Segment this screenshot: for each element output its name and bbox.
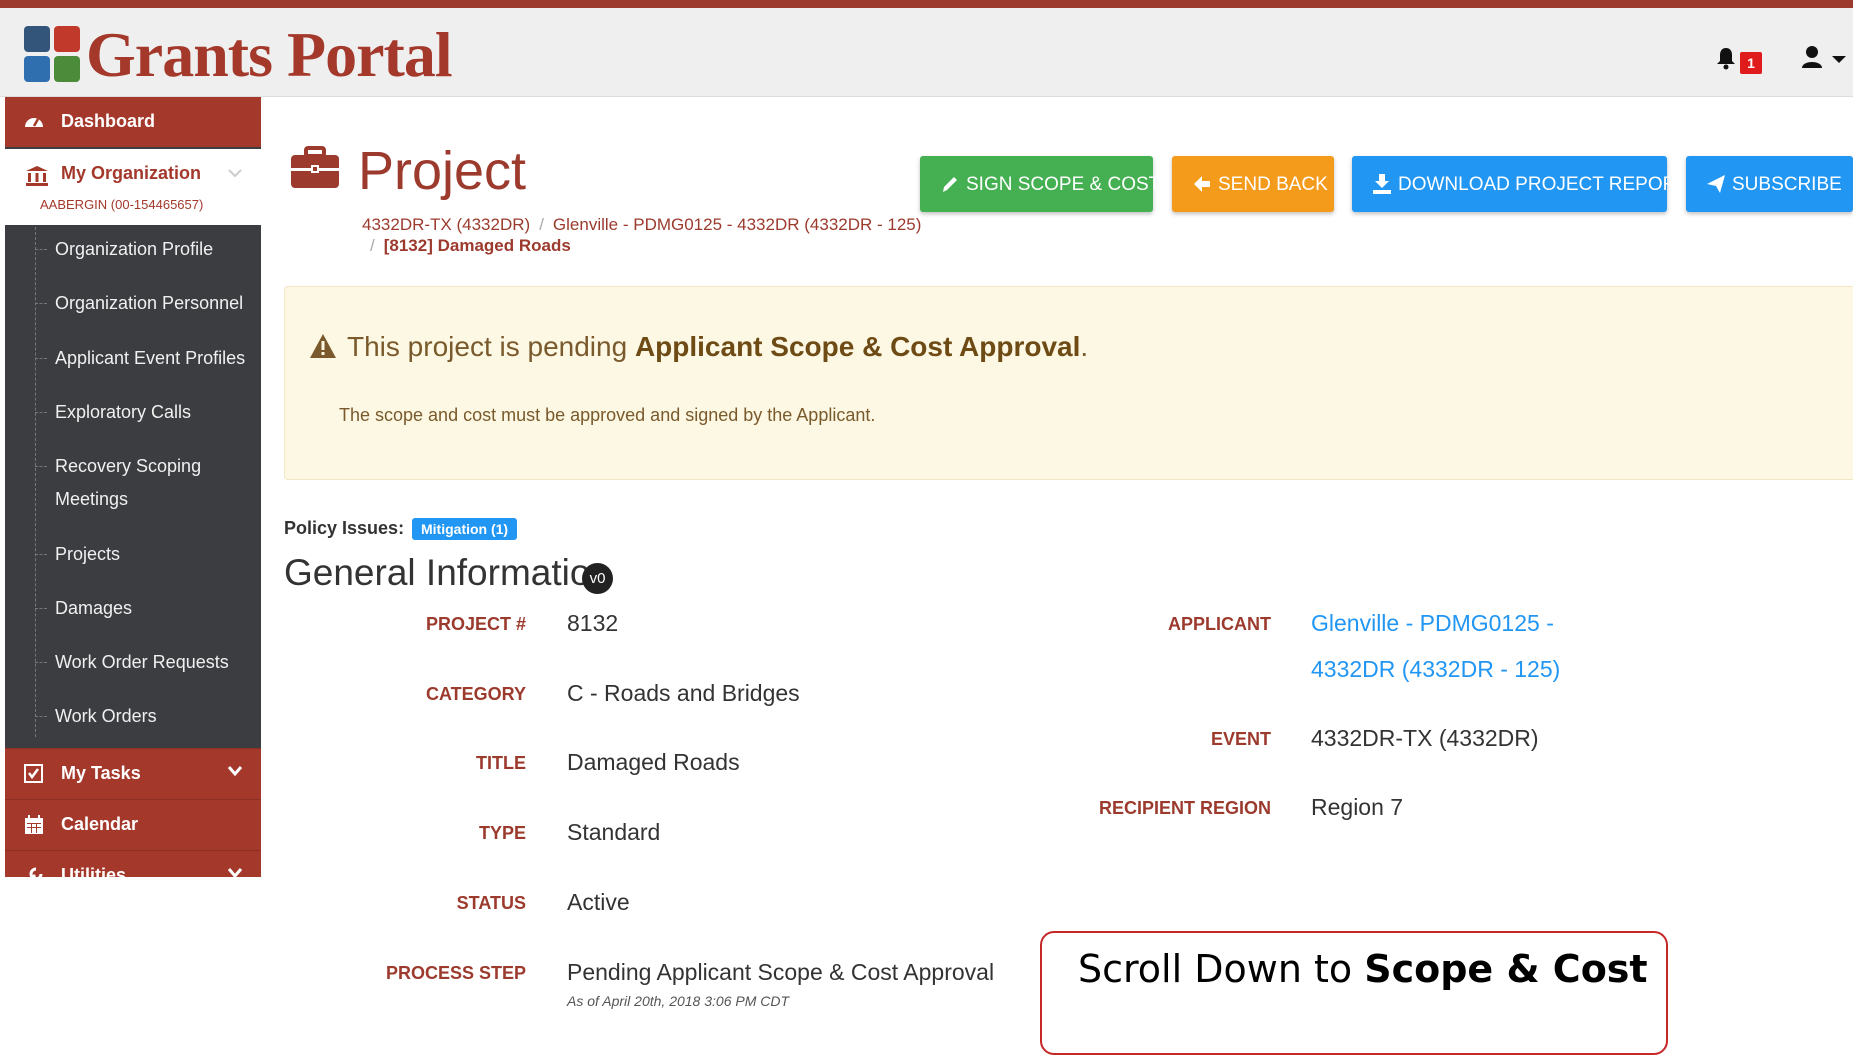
sidebar-item-label: My Tasks bbox=[61, 763, 141, 783]
checkbox-icon bbox=[24, 764, 43, 783]
field-value-status: Active bbox=[567, 889, 630, 915]
field-label-category: CATEGORY bbox=[425, 684, 526, 704]
organization-id-label: AABERGIN (00-154465657) bbox=[40, 197, 204, 212]
sign-scope-cost-button[interactable]: SIGN SCOPE & COST bbox=[920, 156, 1160, 212]
bell-icon[interactable] bbox=[1716, 46, 1736, 70]
callout-emphasis: Scope & Cost bbox=[1364, 947, 1648, 991]
caret-down-icon bbox=[1832, 56, 1846, 63]
instruction-callout: Scroll Down to Scope & Cost bbox=[1040, 931, 1668, 1055]
sidebar-item-label: Dashboard bbox=[61, 111, 156, 131]
version-badge: v0 bbox=[582, 563, 613, 594]
sidebar-nav: Dashboard My Organization AABERGIN (00-1… bbox=[5, 97, 261, 877]
process-step-timestamp: As of April 20th, 2018 3:06 PM CDT bbox=[567, 993, 790, 1009]
breadcrumb-current: [8132] Damaged Roads bbox=[383, 236, 571, 255]
sidebar-item-organization-personnel[interactable]: Organization Personnel bbox=[35, 287, 255, 320]
app-header: Grants Portal 1 bbox=[0, 8, 1853, 97]
user-icon bbox=[1802, 46, 1846, 68]
field-label-applicant: APPLICANT bbox=[1168, 614, 1271, 634]
notification-count-badge[interactable]: 1 bbox=[1740, 52, 1762, 74]
alert-message: This project is pending Applicant Scope … bbox=[347, 331, 1088, 363]
sidebar-item-label: Utilities bbox=[61, 865, 127, 877]
arrow-left-icon bbox=[1194, 176, 1210, 192]
alert-status: Applicant Scope & Cost Approval bbox=[634, 331, 1081, 362]
chevron-down-icon[interactable] bbox=[227, 765, 243, 777]
field-value-category: C - Roads and Bridges bbox=[567, 680, 800, 706]
policy-issues-label: Policy Issues: bbox=[284, 518, 405, 538]
sidebar-item-work-orders[interactable]: Work Orders bbox=[35, 700, 255, 733]
pending-approval-alert: This project is pending Applicant Scope … bbox=[284, 286, 1853, 480]
field-value-recipient-region: Region 7 bbox=[1311, 794, 1404, 820]
field-label-type: TYPE bbox=[478, 823, 526, 843]
button-label: SEND BACK bbox=[1218, 174, 1328, 195]
sidebar-item-my-organization[interactable]: My Organization AABERGIN (00-154465657) bbox=[5, 149, 261, 225]
field-value-type: Standard bbox=[567, 819, 661, 845]
breadcrumb-applicant-link[interactable]: Glenville - PDMG0125 - 4332DR (4332DR - … bbox=[553, 215, 922, 234]
app-logo-text[interactable]: Grants Portal bbox=[86, 18, 453, 92]
applicant-link-continued[interactable]: 4332DR (4332DR - 125) bbox=[1311, 656, 1560, 683]
calendar-icon bbox=[25, 815, 43, 834]
institution-icon bbox=[26, 166, 48, 186]
field-label-event: EVENT bbox=[1210, 729, 1271, 749]
breadcrumb: 4332DR-TX (4332DR) / Glenville - PDMG0125 … bbox=[362, 215, 922, 255]
sidebar-item-organization-profile[interactable]: Organization Profile bbox=[35, 233, 255, 266]
button-label: SIGN SCOPE & COST bbox=[966, 174, 1161, 195]
briefcase-icon bbox=[291, 146, 339, 188]
alert-prefix: This project is pending bbox=[347, 331, 635, 362]
page-title: Project bbox=[358, 141, 527, 201]
field-label-title: TITLE bbox=[476, 753, 526, 773]
sidebar-item-my-tasks[interactable]: My Tasks bbox=[5, 748, 261, 799]
wrench-icon bbox=[29, 867, 43, 877]
mitigation-badge[interactable]: Mitigation (1) bbox=[412, 518, 518, 540]
sidebar-item-calendar[interactable]: Calendar bbox=[5, 799, 261, 850]
sidebar-item-dashboard[interactable]: Dashboard bbox=[5, 97, 261, 147]
download-icon bbox=[1373, 174, 1391, 194]
sidebar-item-label: Calendar bbox=[61, 814, 139, 834]
alert-suffix: . bbox=[1080, 331, 1089, 362]
sidebar-item-damages[interactable]: Damages bbox=[35, 592, 255, 625]
my-organization-label: My Organization bbox=[61, 163, 202, 183]
download-project-report-button[interactable]: DOWNLOAD PROJECT REPORT bbox=[1352, 156, 1688, 212]
field-value-title: Damaged Roads bbox=[567, 749, 740, 775]
pencil-icon bbox=[943, 177, 957, 192]
sidebar-item-applicant-event-profiles[interactable]: Applicant Event Profiles bbox=[35, 342, 255, 375]
top-accent-bar bbox=[0, 0, 1853, 8]
warning-triangle-icon bbox=[310, 334, 336, 358]
field-label-recipient-region: RECIPIENT REGION bbox=[1098, 798, 1271, 818]
sidebar-item-projects[interactable]: Projects bbox=[35, 538, 255, 571]
field-value-event: 4332DR-TX (4332DR) bbox=[1311, 725, 1539, 751]
callout-text: Scroll Down to bbox=[1078, 947, 1365, 991]
subscribe-button[interactable]: SUBSCRIBE bbox=[1686, 156, 1853, 212]
logo-icon[interactable] bbox=[24, 26, 82, 84]
button-label: SUBSCRIBE bbox=[1732, 174, 1842, 195]
field-label-status: STATUS bbox=[456, 893, 526, 913]
chevron-down-icon[interactable] bbox=[227, 867, 243, 877]
applicant-link[interactable]: Glenville - PDMG0125 - bbox=[1311, 610, 1554, 637]
sidebar-item-utilities[interactable]: Utilities bbox=[5, 850, 261, 877]
chevron-down-icon[interactable] bbox=[227, 167, 243, 179]
sidebar-item-work-order-requests[interactable]: Work Order Requests bbox=[35, 646, 255, 679]
field-label-project-number: PROJECT # bbox=[425, 614, 526, 634]
paper-plane-icon bbox=[1707, 175, 1725, 193]
field-value-process-step: Pending Applicant Scope & Cost Approval bbox=[567, 959, 995, 985]
user-menu[interactable] bbox=[1800, 44, 1850, 74]
alert-detail: The scope and cost must be approved and … bbox=[339, 405, 876, 425]
sidebar-item-exploratory-calls[interactable]: Exploratory Calls bbox=[35, 396, 255, 429]
send-back-button[interactable]: SEND BACK bbox=[1172, 156, 1334, 212]
field-label-process-step: PROCESS STEP bbox=[385, 963, 526, 983]
sidebar-item-recovery-scoping-meetings[interactable]: Recovery Scoping Meetings bbox=[35, 450, 255, 516]
button-label: DOWNLOAD PROJECT REPORT bbox=[1398, 174, 1688, 195]
field-value-project-number: 8132 bbox=[567, 610, 619, 636]
breadcrumb-event-link[interactable]: 4332DR-TX (4332DR) bbox=[362, 215, 530, 234]
general-information-heading: General Information bbox=[284, 552, 612, 593]
dashboard-gauge-icon bbox=[25, 118, 43, 127]
